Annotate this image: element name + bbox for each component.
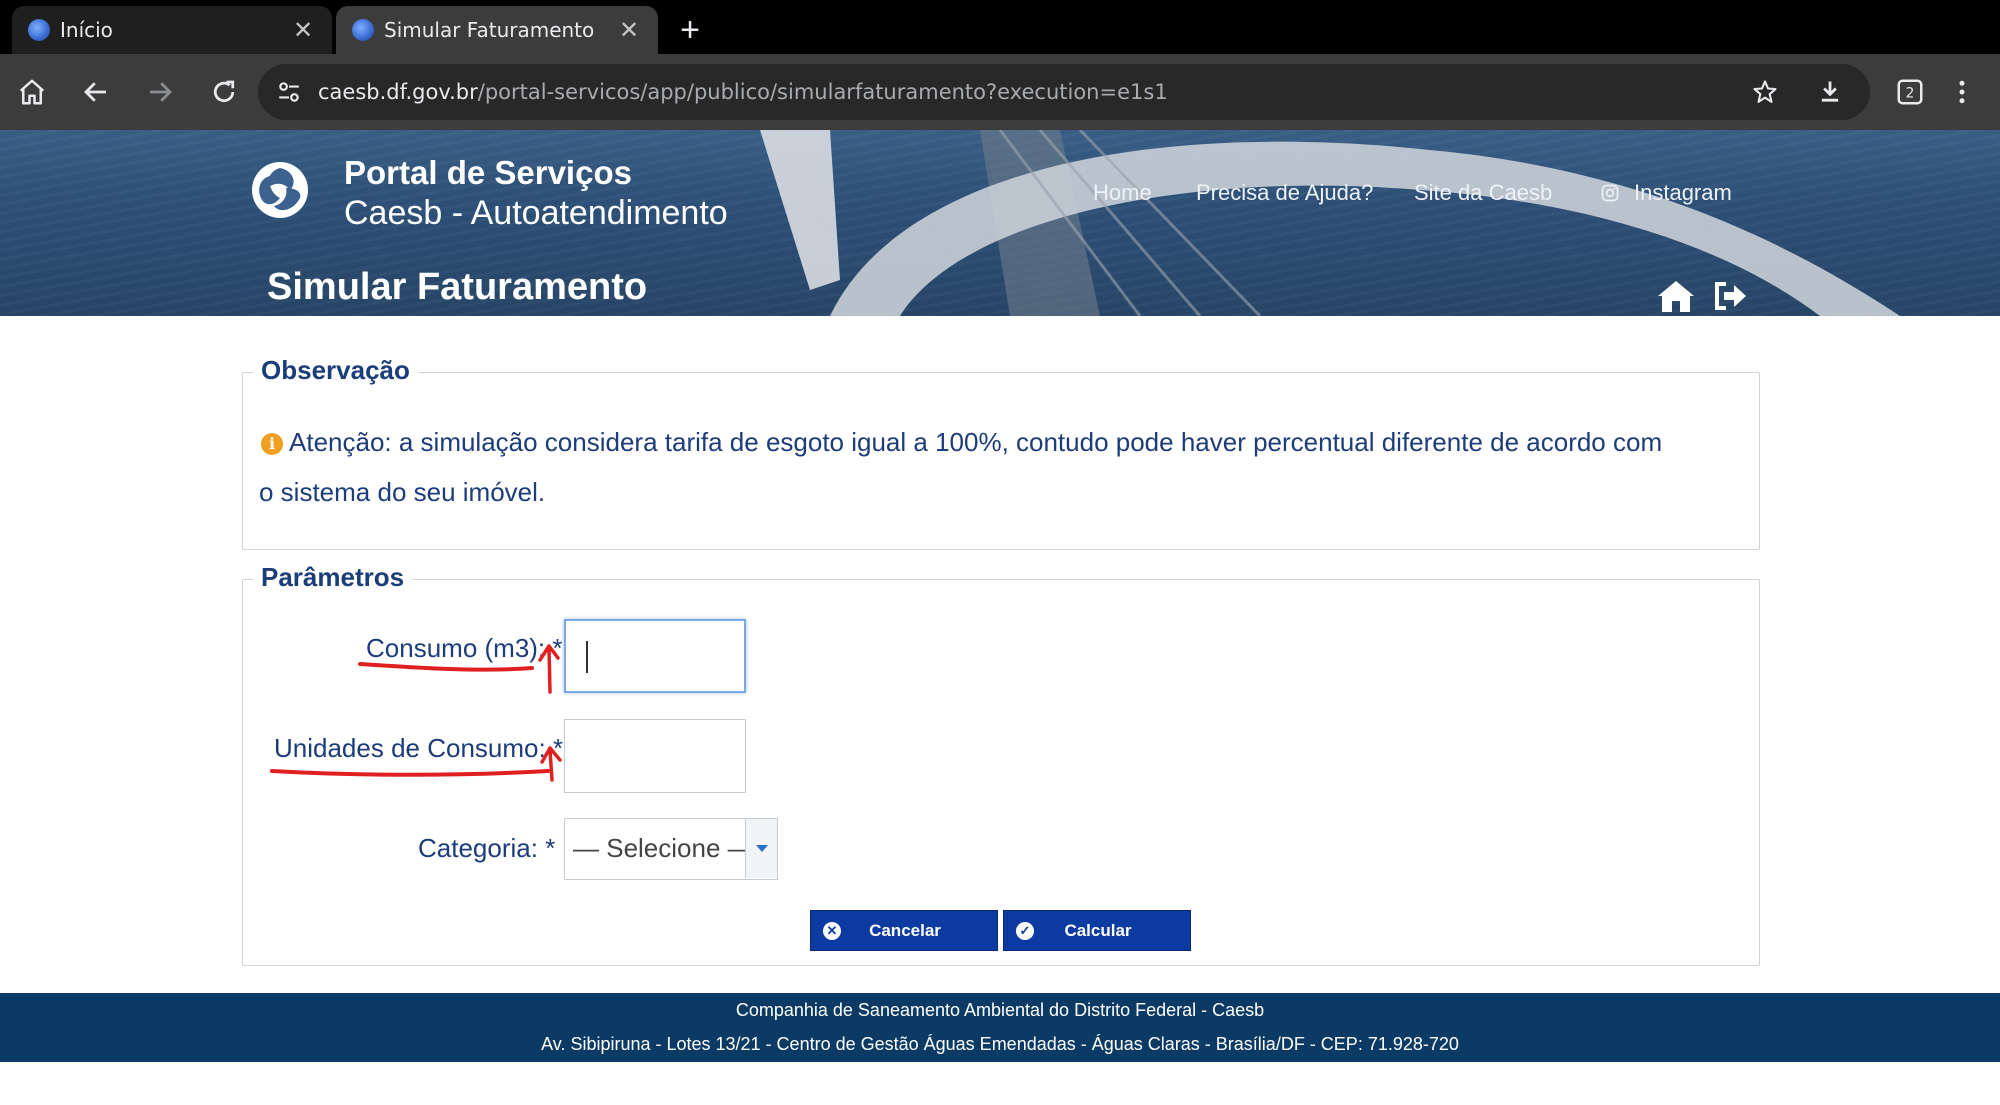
tab-title: Início <box>60 18 113 42</box>
categoria-label: Categoria: * <box>418 833 555 864</box>
url-host: caesb.df.gov.br <box>318 80 478 104</box>
bookmark-star-icon[interactable] <box>1750 77 1780 107</box>
home-icon[interactable] <box>14 74 50 110</box>
observacao-text: Atenção: a simulação considera tarifa de… <box>259 427 1663 507</box>
required-marker: * <box>552 633 563 663</box>
tab-inicio[interactable]: Início ✕ <box>12 6 332 54</box>
calcular-button[interactable]: ✓ Calcular <box>1003 910 1191 951</box>
tab-switcher-icon[interactable]: 2 <box>1892 74 1928 110</box>
close-tab-icon[interactable]: ✕ <box>614 15 644 45</box>
tab-count: 2 <box>1906 86 1915 102</box>
site-info-icon[interactable] <box>274 77 304 107</box>
site-header-banner: Portal de Serviços Caesb - Autoatendimen… <box>0 130 2000 316</box>
tab-simular-faturamento[interactable]: Simular Faturamento ✕ <box>336 6 658 54</box>
nav-home-link[interactable]: Home <box>1093 180 1152 206</box>
url-text: caesb.df.gov.br/portal-servicos/app/publ… <box>318 80 1168 104</box>
close-tab-icon[interactable]: ✕ <box>288 15 318 45</box>
tab-title: Simular Faturamento <box>384 18 595 42</box>
categoria-label-text: Categoria: <box>418 833 538 863</box>
nav-instagram-link[interactable]: Instagram <box>1600 180 1732 206</box>
required-marker: * <box>552 733 564 763</box>
caesb-logo <box>252 162 308 218</box>
site-favicon-icon <box>352 19 374 41</box>
browser-toolbar: caesb.df.gov.br/portal-servicos/app/publ… <box>0 54 2000 130</box>
calcular-label: Calcular <box>1064 920 1132 940</box>
site-footer: Companhia de Saneamento Ambiental do Dis… <box>0 993 2000 1062</box>
home-shortcut-icon[interactable] <box>1656 278 1696 314</box>
nav-site-caesb-link[interactable]: Site da Caesb <box>1414 180 1552 206</box>
forward-icon[interactable] <box>142 74 178 110</box>
url-path: /portal-servicos/app/publico/simularfatu… <box>477 80 1168 104</box>
footer-company: Companhia de Saneamento Ambiental do Dis… <box>735 1000 1265 1020</box>
unidades-label-text: Unidades de Consumo: <box>274 733 546 763</box>
footer-address: Av. Sibipiruna - Lotes 13/21 - Centro de… <box>541 1034 1459 1054</box>
browser-tab-bar: Início ✕ Simular Faturamento ✕ + <box>0 0 2000 54</box>
observacao-message: i Atenção: a simulação considera tarifa d… <box>259 417 1679 517</box>
brand-title: Portal de Serviços <box>344 154 632 191</box>
consumo-label-text: Consumo (m3): <box>366 633 546 663</box>
text-caret <box>586 641 588 673</box>
consumo-label: Consumo (m3): * <box>366 633 563 664</box>
page-title: Simular Faturamento <box>267 266 648 308</box>
chevron-down-icon[interactable] <box>745 819 777 878</box>
new-tab-icon[interactable]: + <box>672 11 708 49</box>
site-favicon-icon <box>28 19 50 41</box>
categoria-selected-value: — Selecione — <box>573 833 754 863</box>
address-bar[interactable]: caesb.df.gov.br/portal-servicos/app/publ… <box>258 64 1870 120</box>
cancelar-label: Cancelar <box>869 920 941 940</box>
nav-instagram-label: Instagram <box>1634 180 1732 205</box>
consumo-input[interactable] <box>564 619 746 693</box>
check-icon: ✓ <box>1016 921 1034 940</box>
categoria-select[interactable]: — Selecione — <box>564 818 778 880</box>
observacao-panel: Observação i Atenção: a simulação conside… <box>242 355 1760 550</box>
download-icon[interactable] <box>1812 74 1848 110</box>
nav-help-link[interactable]: Precisa de Ajuda? <box>1196 180 1373 206</box>
menu-icon[interactable] <box>1944 74 1980 110</box>
cancelar-button[interactable]: ✕ Cancelar <box>810 910 998 951</box>
parametros-legend: Parâmetros <box>253 562 413 593</box>
unidades-consumo-input[interactable] <box>564 719 746 793</box>
cancel-icon: ✕ <box>823 921 841 940</box>
info-icon: i <box>261 433 283 455</box>
back-icon[interactable] <box>78 74 114 110</box>
reload-icon[interactable] <box>206 74 242 110</box>
required-marker: * <box>545 833 556 863</box>
instagram-icon <box>1601 184 1619 202</box>
brand-subtitle: Caesb - Autoatendimento <box>344 194 728 232</box>
logout-icon[interactable] <box>1712 278 1748 314</box>
unidades-label: Unidades de Consumo: * <box>274 733 563 764</box>
observacao-legend: Observação <box>253 355 418 386</box>
